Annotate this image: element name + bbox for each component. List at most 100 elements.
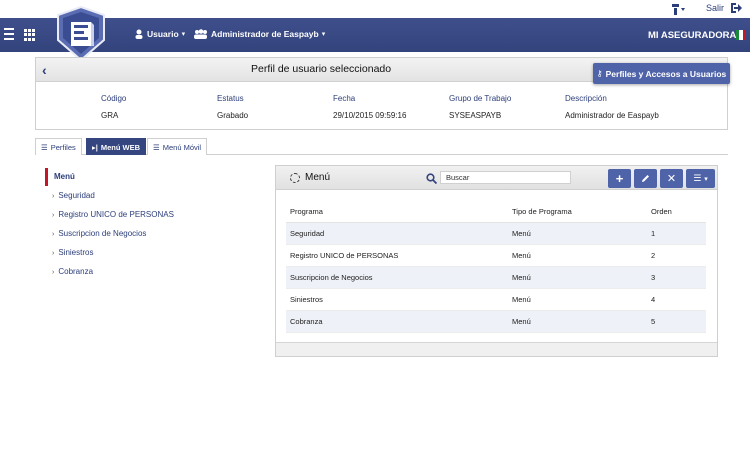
brand-name: MI ASEGURADORA: [648, 30, 737, 41]
top-strip: Salir: [0, 0, 750, 18]
tree-item[interactable]: › Seguridad: [45, 186, 255, 205]
menu-panel-header: Menú + ✕ ☰ ▾: [276, 166, 717, 190]
mexico-flag-icon: [736, 30, 746, 40]
usuario-menu[interactable]: Usuario ▾: [135, 29, 185, 39]
chevron-right-icon: ›: [52, 231, 55, 238]
menu-title-label: Menú: [305, 172, 331, 183]
tree-item-label: Cobranza: [58, 267, 94, 276]
cell-tipo: Menú: [508, 266, 647, 289]
search-icon: [426, 173, 437, 184]
tree-item[interactable]: › Registro UNICO de PERSONAS: [45, 205, 255, 224]
key-icon: ⚷: [596, 69, 603, 78]
exit-icon[interactable]: [730, 2, 742, 14]
list-icon: ☰: [693, 173, 702, 183]
chevron-down-icon: ▾: [704, 175, 708, 183]
cell-orden: 4: [647, 288, 706, 311]
table-row[interactable]: Siniestros Menú 4: [286, 288, 706, 311]
list-icon: ☰: [153, 142, 160, 152]
menu-panel-footer: [276, 342, 717, 356]
chevron-right-icon: ›: [52, 212, 55, 219]
table-row[interactable]: Suscripcion de Negocios Menú 3: [286, 266, 706, 289]
edit-button[interactable]: [634, 169, 657, 188]
cell-orden: 1: [647, 222, 706, 245]
tab-menu-web[interactable]: ▸| Menú WEB: [86, 138, 147, 155]
tree-root-menu[interactable]: Menú: [45, 168, 255, 186]
chevron-down-icon: ▾: [321, 31, 326, 38]
grupo-label: Grupo de Trabajo: [449, 94, 512, 103]
estatus-label: Estatus: [217, 94, 244, 103]
fecha-value: 29/10/2015 09:59:16: [333, 111, 407, 120]
tab-perfiles-label: Perfiles: [50, 142, 76, 152]
pencil-icon: [642, 175, 649, 182]
list-icon: ☰: [41, 142, 48, 152]
tab-menu-web-label: Menú WEB: [100, 142, 141, 152]
app-logo: [57, 6, 105, 62]
cell-programa: Registro UNICO de PERSONAS: [286, 244, 508, 267]
close-icon: ✕: [666, 173, 677, 185]
cell-tipo: Menú: [508, 222, 647, 245]
tab-perfiles[interactable]: ☰ Perfiles: [35, 138, 82, 155]
tab-menu-movil-label: Menú Móvil: [162, 142, 202, 152]
user-icon: [135, 29, 143, 39]
codigo-label: Código: [101, 94, 127, 103]
chevron-down-icon: ▾: [181, 31, 186, 38]
options-menu-button[interactable]: ☰ ▾: [686, 169, 715, 188]
tree-item-label: Siniestros: [58, 248, 94, 257]
column-header-tipo[interactable]: Tipo de Programa: [508, 202, 647, 223]
menu-panel: Menú + ✕ ☰ ▾ Programa Tipo de Programa: [275, 165, 718, 357]
main-navbar: Usuario ▾ Administrador de Easpayb ▾ MI …: [0, 18, 750, 52]
tree-item-label: Registro UNICO de PERSONAS: [58, 210, 174, 219]
delete-button[interactable]: ✕: [660, 169, 683, 188]
tree-item[interactable]: › Suscripcion de Negocios: [45, 224, 255, 243]
perfiles-accesos-label: Perfiles y Accesos a Usuarios: [605, 68, 727, 79]
table-row[interactable]: Cobranza Menú 5: [286, 310, 706, 333]
grupo-value: SYSEASPAYB: [449, 111, 502, 120]
usuario-label: Usuario: [147, 29, 179, 39]
users-group-icon: [194, 29, 207, 39]
admin-menu[interactable]: Administrador de Easpayb ▾: [194, 29, 325, 39]
cell-orden: 2: [647, 244, 706, 267]
chevron-right-icon: ›: [52, 250, 55, 257]
chevron-right-icon: ›: [52, 193, 55, 200]
table-row[interactable]: Registro UNICO de PERSONAS Menú 2: [286, 244, 706, 267]
fecha-label: Fecha: [333, 94, 356, 103]
profile-title: Perfil de usuario seleccionado: [251, 63, 392, 75]
cell-orden: 3: [647, 266, 706, 289]
plus-icon: +: [615, 171, 624, 186]
cell-programa: Cobranza: [286, 310, 508, 333]
chevron-right-icon: ›: [52, 269, 55, 276]
spinner-icon: [290, 172, 300, 183]
table-row[interactable]: Seguridad Menú 1: [286, 222, 706, 245]
column-header-programa[interactable]: Programa: [286, 202, 508, 223]
perfiles-accesos-button[interactable]: ⚷ Perfiles y Accesos a Usuarios: [593, 63, 730, 84]
tree-item[interactable]: › Siniestros: [45, 243, 255, 262]
table-header-row: Programa Tipo de Programa Orden: [286, 202, 706, 223]
codigo-value: GRA: [101, 111, 119, 120]
apps-grid-icon[interactable]: [24, 29, 36, 41]
cell-tipo: Menú: [508, 244, 647, 267]
column-header-orden[interactable]: Orden: [647, 202, 706, 223]
tree-item[interactable]: › Cobranza: [45, 262, 255, 281]
hamburger-menu-icon[interactable]: [4, 28, 14, 40]
programs-table: Programa Tipo de Programa Orden Segurida…: [286, 202, 706, 333]
help-icon[interactable]: [668, 2, 688, 16]
estatus-value: Grabado: [217, 111, 249, 120]
cell-programa: Siniestros: [286, 288, 508, 311]
cell-tipo: Menú: [508, 288, 647, 311]
tree-item-label: Suscripcion de Negocios: [58, 229, 147, 238]
back-icon[interactable]: ‹: [42, 62, 47, 78]
tab-bar: ☰ Perfiles ▸| Menú WEB ☰ Menú Móvil: [35, 138, 728, 155]
admin-label: Administrador de Easpayb: [211, 29, 319, 39]
menu-tree: Menú › Seguridad › Registro UNICO de PERSO…: [45, 168, 255, 281]
search-input[interactable]: [440, 171, 571, 184]
cell-programa: Suscripcion de Negocios: [286, 266, 508, 289]
descripcion-value: Administrador de Easpayb: [565, 111, 659, 120]
web-icon: ▸|: [92, 142, 98, 152]
descripcion-label: Descripción: [565, 94, 607, 103]
cell-orden: 5: [647, 310, 706, 333]
tab-menu-movil[interactable]: ☰ Menú Móvil: [147, 138, 208, 155]
add-button[interactable]: +: [608, 169, 631, 188]
salir-link[interactable]: Salir: [706, 3, 724, 13]
cell-tipo: Menú: [508, 310, 647, 333]
cell-programa: Seguridad: [286, 222, 508, 245]
